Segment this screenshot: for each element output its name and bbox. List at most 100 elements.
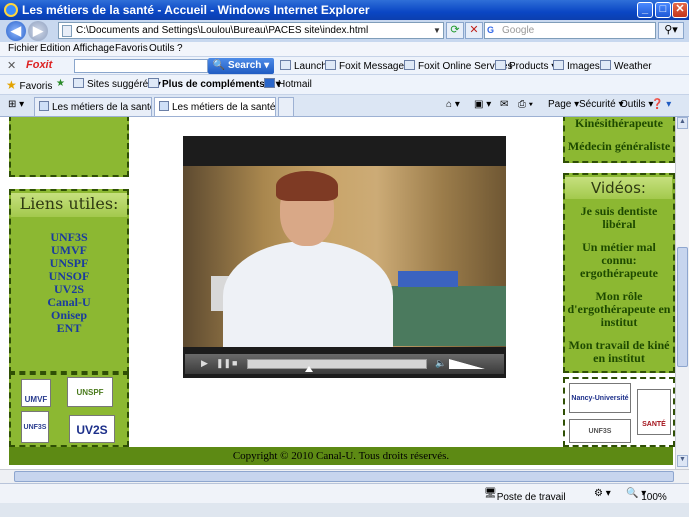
zoom-control[interactable]: 🔍 100% ▾ [626,488,667,503]
page-menu[interactable]: Page ▾ [548,99,579,110]
foxit-search-button[interactable]: 🔍 Search ▾ [208,58,274,74]
video-scene-person [223,241,393,347]
logo-uv2s[interactable]: UV2S [69,415,115,443]
hotmail-icon [264,78,275,88]
menu-help[interactable]: ? [177,43,183,54]
minimize-button[interactable]: _ [637,2,653,18]
scroll-up-icon[interactable]: ▲ [677,117,688,129]
play-icon[interactable]: ▶ [201,358,208,369]
feeds-icon[interactable]: ▣ ▾ [474,99,491,110]
menu-affichage[interactable]: Affichage [73,43,115,54]
refresh-icon[interactable]: ⟳ [446,22,464,39]
video-scene-hair [276,171,338,201]
chevron-down-icon[interactable]: ▼ [431,23,443,38]
home-icon[interactable]: ⌂ ▾ [446,99,460,110]
search-button[interactable]: ⚲▾ [658,22,684,39]
logo-nancy-universite[interactable]: Nancy-Université [569,383,631,413]
forward-button[interactable]: ▶ [28,21,48,41]
progress-knob[interactable] [305,366,314,372]
images-button[interactable]: Images [553,60,600,72]
images-icon [553,60,564,70]
video-link-ergo-institut[interactable]: Mon rôle d'ergothérapeute en institut [565,290,673,329]
tools-menu-label: Outils [620,99,646,110]
videos-box: Vidéos: Je suis dentiste libéral Un méti… [563,173,675,373]
more-addons-button[interactable]: Plus de compléments... ▾ [148,78,281,90]
weather-button[interactable]: Weather [600,60,652,72]
foxit-logo[interactable]: Foxit [26,59,52,71]
security-menu-label: Sécurité [579,99,616,110]
close-toolbar-icon[interactable]: ✕ [7,59,16,72]
horizontal-scrollbar[interactable] [0,469,689,483]
volume-icon[interactable]: 🔈 [435,358,446,369]
video-link-ergotherapeute[interactable]: Un métier mal connu: ergothérapeute [565,241,673,280]
logo-unspf[interactable]: UNSPF [67,377,113,407]
vertical-scroll-thumb[interactable] [677,247,688,367]
favorites-button[interactable]: ★ Favoris [6,78,52,92]
pause-icon[interactable]: ❚❚ [216,358,231,369]
menu-edition[interactable]: Edition [40,43,71,54]
progress-bar[interactable] [247,359,427,372]
menu-outils[interactable]: Outils [149,43,175,54]
tab-bar: ⊞ ▾ Les métiers de la santé - Acc... Les… [0,95,689,117]
logo-unf3s[interactable]: UNF3S [21,411,49,443]
online-services-icon [404,60,415,70]
video-frame[interactable] [183,166,506,347]
page-icon [159,101,169,111]
products-label: Products [509,61,549,72]
new-tab-button[interactable] [278,97,294,116]
weather-icon [600,60,611,70]
tools-menu[interactable]: Outils ▾ [620,99,653,110]
back-button[interactable]: ◀ [6,21,26,41]
menu-bar: Fichier Edition Affichage Favoris Outils… [0,42,689,56]
logo-unf3s-right[interactable]: UNF3S [569,419,631,443]
ie-page-icon [148,78,159,88]
stop-icon[interactable]: ✕ [465,22,483,39]
quick-tabs-icon[interactable]: ⊞ ▾ [8,99,24,110]
address-bar[interactable]: C:\Documents and Settings\Loulou\Bureau\… [58,22,444,39]
ie-page-icon [73,78,84,88]
link-kinesitherapeute[interactable]: Kinésithérapeute [565,117,673,130]
logo-sante[interactable]: SANTÉ [637,389,671,435]
weather-label: Weather [614,61,652,72]
logo-umvf[interactable]: UMVF [21,379,51,407]
tab-accueil-2[interactable]: Les métiers de la santé - ... ✕ [154,97,276,116]
maximize-button[interactable]: □ [655,2,671,18]
products-button[interactable]: Products ▾ [495,60,556,72]
close-button[interactable]: ✕ [672,2,688,18]
status-bar: 🖥 Poste de travail ⚙ ▾ 🔍 100% ▾ [0,483,689,503]
favorites-bar: ★ Favoris ★ Sites suggérés ▾ Plus de com… [0,75,689,95]
web-page: Liens utiles: UNF3S UMVF UNSPF UNSOF UV2… [0,117,675,469]
horizontal-scroll-thumb[interactable] [14,471,674,482]
link-ent[interactable]: ENT [11,322,127,335]
launch-button[interactable]: Launch [280,60,327,72]
right-top-box: Kinésithérapeute Médecin généraliste [563,117,675,163]
scroll-down-icon[interactable]: ▼ [677,455,688,467]
volume-slider[interactable] [449,359,485,369]
mail-icon[interactable]: ✉ [500,99,508,110]
tab-accueil-1[interactable]: Les métiers de la santé - Acc... [34,97,152,116]
video-controls: ▶ ❚❚ ■ 🔈 [185,354,504,374]
menu-favoris[interactable]: Favoris [115,43,148,54]
link-medecin-generaliste[interactable]: Médecin généraliste [565,140,673,153]
vertical-scrollbar[interactable]: ▲ ▼ [675,117,689,469]
print-icon[interactable]: ⎙ ▾ [518,99,533,110]
favorites-label: Favoris [19,81,53,92]
stop-icon[interactable]: ■ [232,358,237,368]
foxit-search-input[interactable] [74,59,208,73]
search-input[interactable]: G Google [484,22,656,39]
address-row: ◀ ▶ C:\Documents and Settings\Loulou\Bur… [0,20,689,42]
zone-label: Poste de travail [496,492,566,503]
security-menu[interactable]: Sécurité ▾ [579,99,624,110]
help-icon[interactable]: ❓ ▾ [651,99,671,110]
tab-label: Les métiers de la santé - Acc... [52,102,151,113]
video-scene-box [398,271,458,287]
menu-fichier[interactable]: Fichier [8,43,38,54]
foxit-messages-button[interactable]: Foxit Messages [325,60,409,72]
protected-mode-icon[interactable]: ⚙ ▾ [594,488,611,499]
hotmail-button[interactable]: Hotmail [264,78,312,90]
video-player[interactable]: ▶ ❚❚ ■ 🔈 [183,136,506,378]
links-title: Liens utiles: [11,193,127,217]
video-link-kine-institut[interactable]: Mon travail de kiné en institut [565,339,673,365]
add-favorite-icon[interactable]: ★ [56,78,65,89]
video-link-dentiste[interactable]: Je suis dentiste libéral [565,205,673,231]
